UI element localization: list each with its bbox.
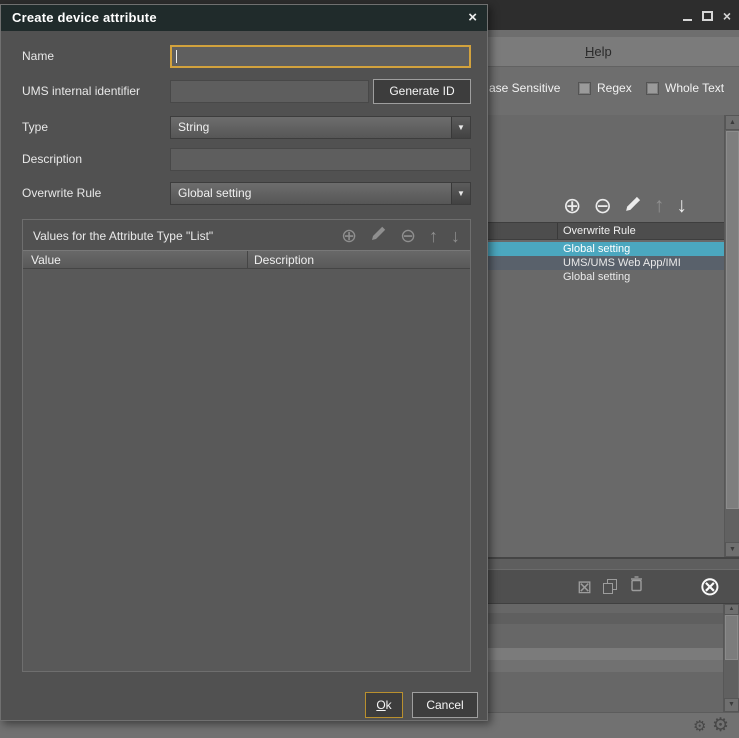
overwrite-rule-header-label: Overwrite Rule	[563, 225, 636, 237]
help-label: Help	[585, 44, 612, 59]
cancel-button[interactable]: Cancel	[412, 692, 478, 718]
ok-mnemonic: O	[376, 698, 385, 712]
overwrite-rule-selected-value: Global setting	[178, 186, 251, 200]
ok-button[interactable]: Ok	[365, 692, 403, 718]
dialog-title: Create device attribute	[12, 10, 157, 25]
scroll-up-icon[interactable]: ▲	[725, 115, 739, 130]
scroll-down-icon[interactable]: ▼	[725, 542, 739, 557]
close-panel-icon[interactable]: ⊗	[699, 573, 721, 599]
chevron-down-icon[interactable]: ▼	[451, 117, 470, 138]
close-dialog-icon[interactable]: ×	[468, 9, 477, 26]
type-select[interactable]: String ▼	[170, 116, 471, 139]
ok-rest: k	[386, 698, 392, 712]
lower-toolbar: ⊠ ⊗	[487, 569, 739, 604]
overwrite-rule-label: Overwrite Rule	[22, 186, 101, 200]
table-row[interactable]: Global setting	[487, 270, 724, 284]
table-row[interactable]: Global setting	[487, 242, 724, 256]
close-window-icon[interactable]: ×	[723, 9, 731, 23]
window-controls: ×	[683, 9, 731, 23]
column-divider	[247, 251, 248, 268]
dialog-titlebar[interactable]: Create device attribute ×	[1, 5, 487, 31]
panel-gap	[487, 559, 739, 569]
table-row[interactable]: UMS/UMS Web App/IMI	[487, 256, 724, 270]
values-table-body	[23, 269, 470, 671]
results-toolbar: ⊕ ⊖ ↑ ↓	[563, 192, 687, 220]
generate-id-button[interactable]: Generate ID	[373, 79, 471, 104]
move-up-icon[interactable]: ↑	[654, 195, 665, 217]
lower-vertical-scrollbar[interactable]: ▲ ▼	[723, 604, 738, 712]
list-row-stripe	[487, 660, 723, 672]
regex-label: Regex	[597, 81, 632, 95]
values-group-panel: Values for the Attribute Type "List" ⊕ ⊖…	[22, 219, 471, 672]
scroll-up-icon[interactable]: ▲	[724, 604, 739, 615]
lower-list-panel	[487, 604, 723, 712]
text-caret	[176, 50, 177, 63]
move-down-icon[interactable]: ↓	[676, 195, 687, 217]
list-row-stripe	[487, 648, 723, 660]
type-label: Type	[22, 120, 48, 134]
name-label: Name	[22, 49, 54, 63]
move-value-down-icon[interactable]: ↓	[451, 227, 460, 246]
list-row-stripe	[487, 613, 723, 624]
column-divider	[557, 223, 558, 239]
add-value-icon[interactable]: ⊕	[341, 227, 357, 246]
scrollbar-thumb[interactable]	[725, 615, 738, 660]
delete-icon[interactable]	[629, 576, 644, 597]
help-button[interactable]: Help	[487, 37, 739, 67]
scroll-down-icon[interactable]: ▼	[724, 698, 739, 712]
overwrite-rule-select[interactable]: Global setting ▼	[170, 182, 471, 205]
edit-icon[interactable]	[624, 195, 642, 218]
type-selected-value: String	[178, 120, 209, 134]
values-toolbar: ⊕ ⊖ ↑ ↓	[341, 224, 460, 248]
preferences-gear-icon[interactable]: ⚙	[712, 714, 729, 737]
settings-gear-icon[interactable]: ⚙	[693, 717, 706, 735]
ums-identifier-label: UMS internal identifier	[22, 84, 140, 98]
case-sensitive-label: ase Sensitive	[489, 81, 560, 95]
overwrite-rule-column-header[interactable]: Overwrite Rule	[487, 222, 724, 240]
description-column-header[interactable]: Description	[254, 253, 314, 267]
results-vertical-scrollbar[interactable]: ▲ ▼	[724, 115, 739, 557]
regex-checkbox[interactable]	[578, 82, 591, 95]
maximize-icon[interactable]	[702, 11, 713, 21]
values-group-title: Values for the Attribute Type "List"	[33, 229, 213, 243]
edit-value-icon[interactable]	[370, 225, 387, 247]
remove-icon[interactable]: ⊖	[593, 195, 611, 217]
description-label: Description	[22, 152, 82, 166]
lower-toolbar-icons: ⊠	[577, 570, 644, 603]
ums-identifier-input[interactable]	[170, 80, 369, 103]
copy-icon[interactable]	[603, 579, 618, 595]
whole-text-label: Whole Text	[665, 81, 724, 95]
chevron-down-icon[interactable]: ▼	[451, 183, 470, 204]
scrollbar-thumb[interactable]	[726, 131, 739, 509]
help-rest: elp	[594, 44, 611, 59]
create-device-attribute-dialog: Create device attribute × Name UMS inter…	[0, 4, 488, 721]
whole-text-checkbox[interactable]	[646, 82, 659, 95]
attributes-results-panel: ⊕ ⊖ ↑ ↓ Overwrite Rule Global setting UM…	[487, 115, 739, 557]
help-mnemonic: H	[585, 44, 594, 59]
move-value-up-icon[interactable]: ↑	[429, 227, 438, 246]
clear-selection-icon[interactable]: ⊠	[577, 578, 592, 596]
add-icon[interactable]: ⊕	[563, 195, 581, 217]
screen: × Help ase Sensitive Regex Whole Text ⊕ …	[0, 0, 739, 738]
values-table-header: Value Description	[23, 250, 470, 269]
description-input[interactable]	[170, 148, 471, 171]
remove-value-icon[interactable]: ⊖	[400, 227, 416, 246]
value-column-header[interactable]: Value	[31, 253, 61, 267]
name-input[interactable]	[170, 45, 471, 68]
minimize-icon[interactable]	[683, 19, 692, 21]
